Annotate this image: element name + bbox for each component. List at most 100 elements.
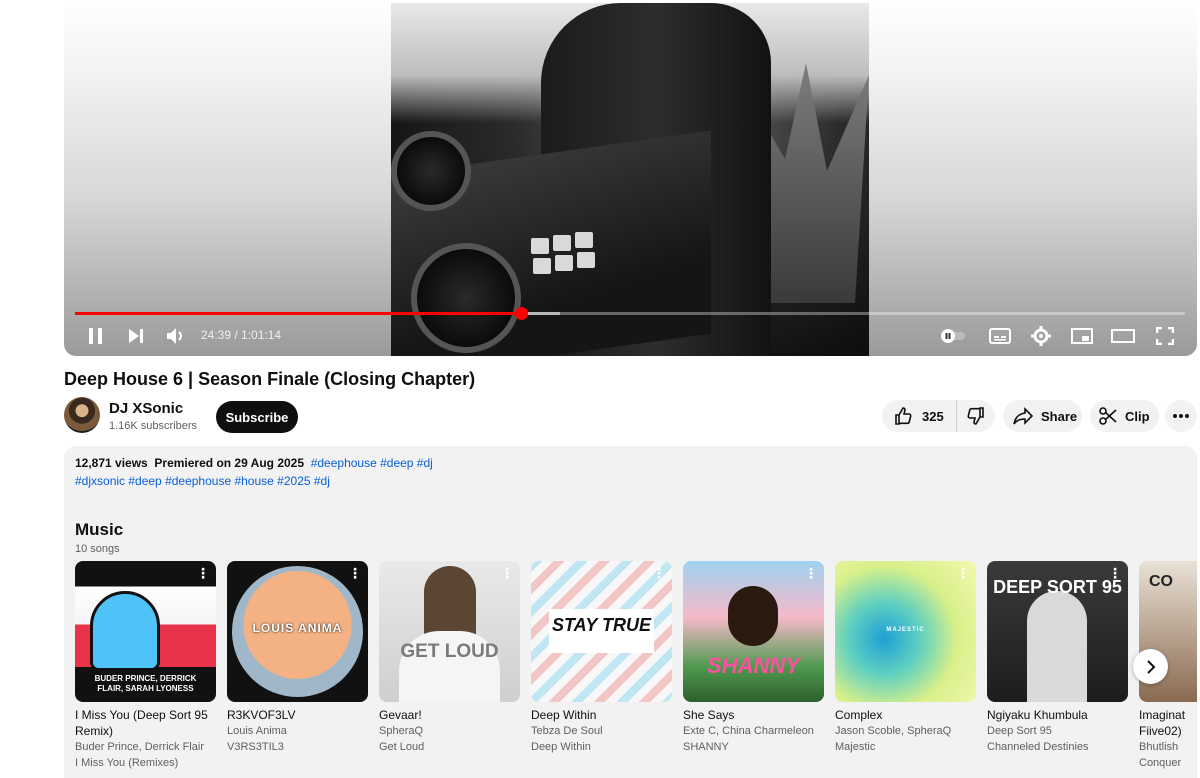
song-album: Deep Within: [531, 741, 591, 753]
cover-text: DEEP SORT 95: [993, 577, 1122, 597]
theater-icon: [1111, 329, 1135, 343]
song-album: Channeled Destinies: [987, 741, 1089, 753]
album-cover: STAY TRUE ⋮: [531, 561, 672, 702]
hashtags-line1[interactable]: #deephouse #deep #dj: [311, 456, 433, 470]
next-button[interactable]: [124, 322, 148, 350]
song-artist: Buder Prince, Derrick Flair: [75, 741, 204, 753]
carousel-next-button[interactable]: [1133, 649, 1168, 684]
clip-button[interactable]: Clip: [1090, 400, 1159, 432]
cover-text: LOUIS ANIMA: [252, 621, 343, 635]
clip-label: Clip: [1125, 408, 1150, 424]
card-menu-icon[interactable]: ⋮: [348, 566, 362, 580]
song-artist: Tebza De Soul: [531, 725, 603, 737]
share-button[interactable]: Share: [1003, 400, 1082, 432]
captions-button[interactable]: [986, 322, 1014, 350]
premiere-date: Premiered on 29 Aug 2025: [154, 456, 305, 470]
fullscreen-button[interactable]: [1151, 322, 1179, 350]
song-title[interactable]: Deep Within: [531, 707, 672, 723]
music-card[interactable]: DEEP SORT 95 ⋮ Ngiyaku Khumbula Deep Sor…: [987, 561, 1128, 755]
song-artist: Exte C, China Charmeleon: [683, 725, 814, 737]
settings-button[interactable]: [1027, 322, 1055, 350]
subscribe-button[interactable]: Subscribe: [216, 401, 298, 433]
song-title[interactable]: I Miss You (Deep Sort 95 Remix): [75, 707, 216, 739]
music-card[interactable]: STAY TRUE ⋮ Deep Within Tebza De Soul De…: [531, 561, 672, 755]
music-card[interactable]: BUDER PRINCE, DERRICK FLAIR, SARAH LYONE…: [75, 561, 216, 771]
card-menu-icon[interactable]: ⋮: [1108, 566, 1122, 580]
song-artist: Deep Sort 95: [987, 725, 1052, 737]
cover-text: MAJESTIC: [886, 627, 925, 633]
song-artist: Louis Anima: [227, 725, 287, 737]
settings-icon: [1031, 326, 1051, 346]
song-title[interactable]: Gevaar!: [379, 707, 520, 723]
album-cover: LOUIS ANIMA ⋮: [227, 561, 368, 702]
progress-bar[interactable]: [75, 307, 1185, 320]
song-title[interactable]: Ngiyaku Khumbula: [987, 707, 1128, 723]
autoplay-toggle-icon: [941, 329, 965, 343]
description-meta: 12,871 views Premiered on 29 Aug 2025 #d…: [75, 456, 433, 470]
song-album: Get Loud: [379, 741, 425, 753]
more-actions-button[interactable]: [1165, 400, 1197, 432]
card-menu-icon[interactable]: ⋮: [652, 566, 666, 580]
song-artist: Jason Scoble, SpheraQ: [835, 725, 952, 737]
song-album: SHANNY: [683, 741, 729, 753]
card-menu-icon[interactable]: ⋮: [956, 566, 970, 580]
music-card[interactable]: MAJESTIC ⋮ Complex Jason Scoble, SpheraQ…: [835, 561, 976, 755]
song-album: V3RS3TIL3: [227, 741, 284, 753]
music-card[interactable]: SHANNY ⋮ She Says Exte C, China Charmele…: [683, 561, 824, 755]
time-display: 24:39 / 1:01:14: [201, 328, 282, 342]
chevron-right-icon: [1146, 659, 1155, 674]
album-cover: SHANNY ⋮: [683, 561, 824, 702]
channel-avatar[interactable]: [64, 397, 100, 433]
captions-icon: [989, 328, 1011, 344]
pause-button[interactable]: [84, 322, 108, 350]
channel-name[interactable]: DJ XSonic: [109, 400, 183, 417]
album-cover: MAJESTIC ⋮: [835, 561, 976, 702]
volume-button[interactable]: [164, 322, 188, 350]
cover-text: SHANNY: [707, 653, 800, 678]
description-box[interactable]: 12,871 views Premiered on 29 Aug 2025 #d…: [64, 446, 1197, 778]
pause-icon: [89, 328, 102, 344]
subscriber-count: 1.16K subscribers: [109, 420, 198, 432]
scissors-icon: [1099, 407, 1117, 425]
song-title[interactable]: Imaginat Fiive02): [1139, 707, 1197, 739]
album-cover: BUDER PRINCE, DERRICK FLAIR, SARAH LYONE…: [75, 561, 216, 702]
song-title[interactable]: R3KVOF3LV: [227, 707, 368, 723]
card-menu-icon[interactable]: ⋮: [500, 566, 514, 580]
cover-text: GET LOUD: [400, 641, 499, 662]
miniplayer-icon: [1071, 328, 1093, 344]
card-menu-icon[interactable]: ⋮: [804, 566, 818, 580]
view-count: 12,871 views: [75, 456, 148, 470]
hashtags-line2[interactable]: #djxsonic #deep #deephouse #house #2025 …: [75, 474, 330, 488]
music-card[interactable]: GET LOUD ⋮ Gevaar! SpheraQ Get Loud: [379, 561, 520, 755]
share-label: Share: [1041, 408, 1078, 424]
cover-text: STAY TRUE: [551, 615, 651, 635]
cover-text: BUDER PRINCE, DERRICK FLAIR, SARAH LYONE…: [94, 674, 197, 693]
song-title[interactable]: She Says: [683, 707, 824, 723]
song-album: I Miss You (Remixes): [75, 757, 179, 769]
video-player[interactable]: 24:39 / 1:01:14: [64, 0, 1197, 356]
song-artist: SpheraQ: [379, 725, 424, 737]
fullscreen-icon: [1156, 327, 1174, 345]
like-count: 325: [922, 408, 944, 424]
like-button[interactable]: 325: [882, 400, 957, 432]
next-icon: [129, 329, 143, 343]
song-artist: Bhutlish: [1139, 741, 1179, 753]
theater-mode-button[interactable]: [1109, 322, 1137, 350]
album-cover: DEEP SORT 95 ⋮: [987, 561, 1128, 702]
music-card[interactable]: LOUIS ANIMA ⋮ R3KVOF3LV Louis Anima V3RS…: [227, 561, 368, 755]
dislike-button[interactable]: [957, 400, 995, 432]
like-dislike-group: 325: [882, 400, 995, 432]
card-menu-icon[interactable]: ⋮: [196, 566, 210, 580]
album-cover: GET LOUD ⋮: [379, 561, 520, 702]
video-frame[interactable]: [391, 3, 869, 356]
music-song-count: 10 songs: [75, 543, 120, 555]
thumbs-down-icon: [967, 407, 984, 425]
miniplayer-button[interactable]: [1068, 322, 1096, 350]
song-title[interactable]: Complex: [835, 707, 976, 723]
more-horizontal-icon: [1173, 414, 1189, 418]
volume-icon: [167, 328, 182, 344]
music-section-title: Music: [75, 520, 124, 539]
song-album: Majestic: [835, 741, 876, 753]
cover-text: CO: [1149, 573, 1173, 590]
autoplay-toggle[interactable]: [937, 322, 969, 350]
